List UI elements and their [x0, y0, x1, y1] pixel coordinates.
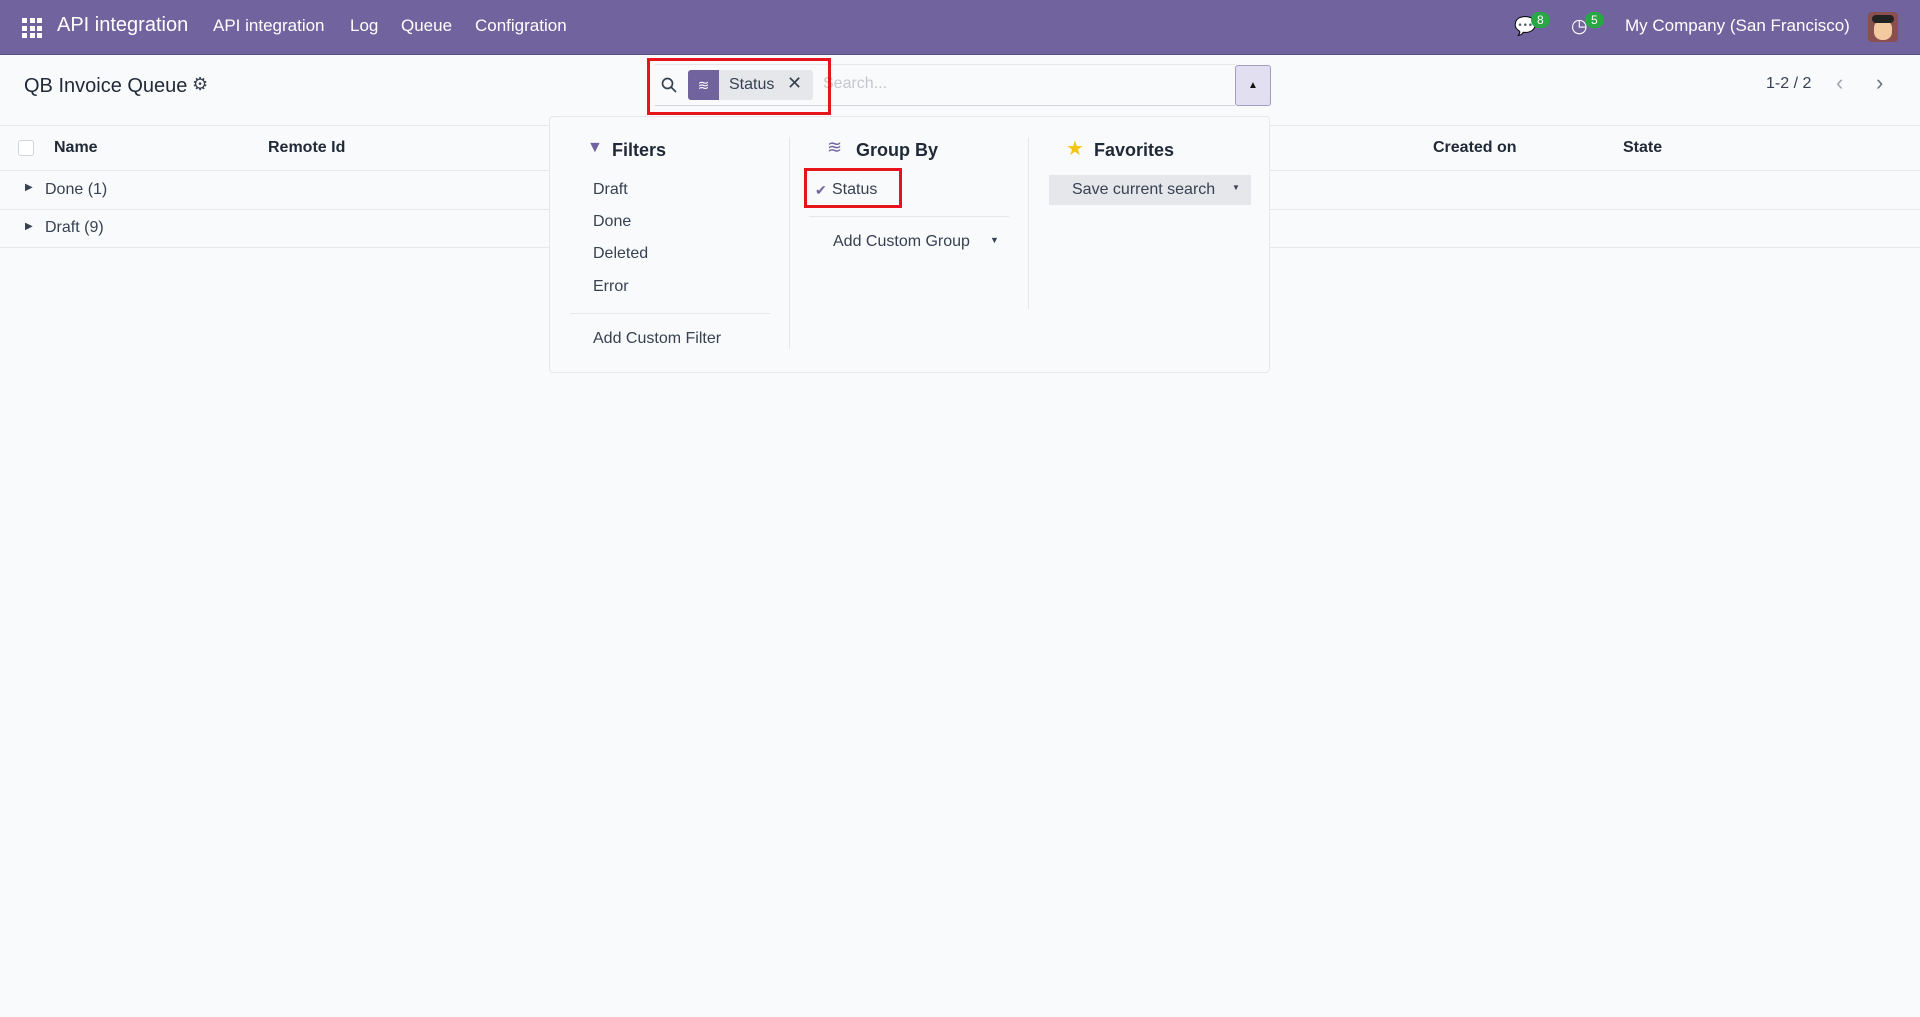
divider	[1028, 137, 1029, 309]
group-by-layers-icon: ≋	[827, 137, 843, 157]
caret-down-icon: ▼	[1232, 183, 1240, 192]
column-state[interactable]: State	[1623, 139, 1662, 157]
menu-queue[interactable]: Queue	[401, 16, 452, 36]
apps-menu-icon[interactable]	[22, 18, 42, 38]
caret-down-icon: ▼	[990, 235, 999, 245]
divider	[570, 313, 770, 314]
group-by-heading: Group By	[856, 140, 939, 160]
toggle-search-panel-button[interactable]: ▲	[1235, 65, 1271, 106]
filters-heading: Filters	[612, 140, 667, 160]
menu-api-integration[interactable]: API integration	[213, 16, 325, 36]
highlight-facet	[647, 58, 831, 115]
gear-icon[interactable]: ⚙	[192, 74, 208, 95]
pager-next-icon[interactable]: ›	[1876, 70, 1883, 96]
save-current-search-label: Save current search	[1072, 181, 1216, 198]
search-panel-dropdown: ▼ Filters Draft Done Deleted Error Add C…	[549, 116, 1270, 373]
caret-right-icon: ▶	[25, 182, 33, 193]
column-remote-id[interactable]: Remote Id	[268, 139, 345, 157]
app-title[interactable]: API integration	[57, 14, 188, 37]
pager-value[interactable]: 1-2 / 2	[1766, 75, 1811, 93]
filter-deleted[interactable]: Deleted	[593, 245, 648, 263]
menu-log[interactable]: Log	[350, 16, 378, 36]
save-current-search-button[interactable]: Save current search ▼	[1049, 175, 1251, 205]
group-label: Draft (9)	[45, 219, 104, 236]
favorites-heading: Favorites	[1094, 140, 1175, 160]
divider	[789, 137, 790, 349]
messages-badge: 8	[1531, 12, 1550, 28]
column-name[interactable]: Name	[54, 139, 98, 157]
select-all-checkbox[interactable]	[18, 140, 34, 156]
add-custom-filter[interactable]: Add Custom Filter	[593, 330, 721, 348]
user-avatar[interactable]	[1868, 12, 1898, 42]
caret-right-icon: ▶	[25, 221, 33, 232]
pager-previous-icon[interactable]: ‹	[1836, 70, 1843, 96]
filter-icon: ▼	[587, 139, 603, 156]
group-label: Done (1)	[45, 181, 108, 198]
filter-error[interactable]: Error	[593, 278, 629, 296]
activities-badge: 5	[1585, 12, 1604, 28]
navbar: API integration API integration Log Queu…	[0, 0, 1920, 55]
company-switcher[interactable]: My Company (San Francisco)	[1625, 16, 1850, 36]
add-custom-group[interactable]: Add Custom Group	[833, 233, 970, 251]
column-created-on[interactable]: Created on	[1433, 139, 1517, 157]
menu-configration[interactable]: Configration	[475, 16, 567, 36]
highlight-groupby-status	[804, 168, 902, 208]
filter-done[interactable]: Done	[593, 213, 631, 231]
star-icon: ★	[1066, 138, 1084, 160]
search-input[interactable]: Search...	[823, 75, 887, 93]
page-title: QB Invoice Queue	[24, 75, 188, 97]
divider	[809, 216, 1009, 217]
filter-draft[interactable]: Draft	[593, 181, 628, 199]
